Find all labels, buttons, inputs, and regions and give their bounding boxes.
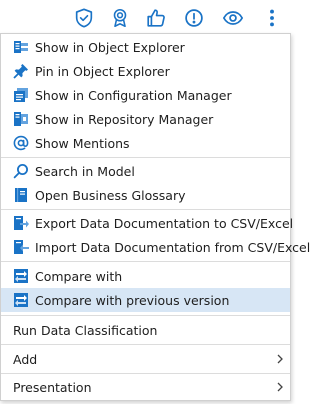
- menu-separator: [1, 157, 290, 158]
- export-icon: [13, 215, 29, 231]
- menu-item-label: Run Data Classification: [13, 322, 158, 338]
- menu-item-label: Import Data Documentation from CSV/Excel: [35, 239, 311, 255]
- alert-circle-icon[interactable]: [183, 7, 205, 29]
- menu-item-show-in-object-explorer[interactable]: Show in Object Explorer: [1, 35, 290, 59]
- menu-item-compare-with-previous-version[interactable]: Compare with previous version: [1, 288, 290, 312]
- glossary-book-icon: [13, 187, 29, 203]
- context-menu: Show in Object Explorer Pin in Object Ex…: [0, 33, 310, 401]
- menu-item-pin-in-object-explorer[interactable]: Pin in Object Explorer: [1, 59, 290, 83]
- menu-separator: [1, 373, 290, 374]
- menu-item-label: Pin in Object Explorer: [35, 63, 170, 79]
- menu-item-label: Show in Configuration Manager: [35, 87, 232, 103]
- menu-separator: [1, 261, 290, 262]
- menu-item-label: Search in Model: [35, 163, 135, 179]
- eye-icon[interactable]: [222, 7, 244, 29]
- compare-icon: [13, 292, 29, 308]
- menu-item-presentation[interactable]: Presentation: [1, 375, 290, 399]
- menu-item-export-data-documentation[interactable]: Export Data Documentation to CSV/Excel: [1, 211, 294, 235]
- object-explorer-icon: [13, 39, 29, 55]
- menu-item-label: Compare with: [35, 268, 123, 284]
- menu-item-label: Presentation: [13, 379, 92, 395]
- menu-item-label: Add: [13, 351, 38, 367]
- more-vertical-icon[interactable]: [261, 7, 283, 29]
- shield-check-icon[interactable]: [73, 7, 95, 29]
- menu-separator: [1, 209, 290, 210]
- compare-icon: [13, 268, 29, 284]
- configuration-manager-icon: [13, 87, 29, 103]
- menu-item-add[interactable]: Add: [1, 347, 290, 371]
- menu-item-label: Export Data Documentation to CSV/Excel: [35, 215, 294, 231]
- chevron-right-icon: [276, 353, 284, 365]
- menu-item-label: Show in Object Explorer: [35, 39, 185, 55]
- menu-separator: [1, 315, 290, 316]
- thumbs-up-icon[interactable]: [145, 7, 167, 29]
- import-icon: [13, 239, 29, 255]
- menu-item-open-business-glossary[interactable]: Open Business Glossary: [1, 183, 290, 207]
- menu-item-label: Compare with previous version: [35, 292, 230, 308]
- menu-item-label: Open Business Glossary: [35, 187, 186, 203]
- menu-item-label: Show Mentions: [35, 135, 130, 151]
- award-ribbon-icon[interactable]: [109, 7, 131, 29]
- menu-separator: [1, 344, 290, 345]
- menu-item-compare-with[interactable]: Compare with: [1, 264, 290, 288]
- menu-item-import-data-documentation[interactable]: Import Data Documentation from CSV/Excel: [1, 235, 310, 259]
- menu-item-show-mentions[interactable]: Show Mentions: [1, 131, 290, 155]
- pin-icon: [13, 63, 29, 79]
- chevron-right-icon: [276, 381, 284, 393]
- menu-item-label: Show in Repository Manager: [35, 111, 214, 127]
- menu-item-run-data-classification[interactable]: Run Data Classification: [1, 318, 290, 342]
- menu-item-search-in-model[interactable]: Search in Model: [1, 159, 290, 183]
- repository-manager-icon: [13, 111, 29, 127]
- menu-item-show-in-configuration-manager[interactable]: Show in Configuration Manager: [1, 83, 290, 107]
- search-icon: [13, 163, 29, 179]
- menu-item-show-in-repository-manager[interactable]: Show in Repository Manager: [1, 107, 290, 131]
- at-sign-icon: [13, 135, 29, 151]
- toolbar: [0, 0, 294, 36]
